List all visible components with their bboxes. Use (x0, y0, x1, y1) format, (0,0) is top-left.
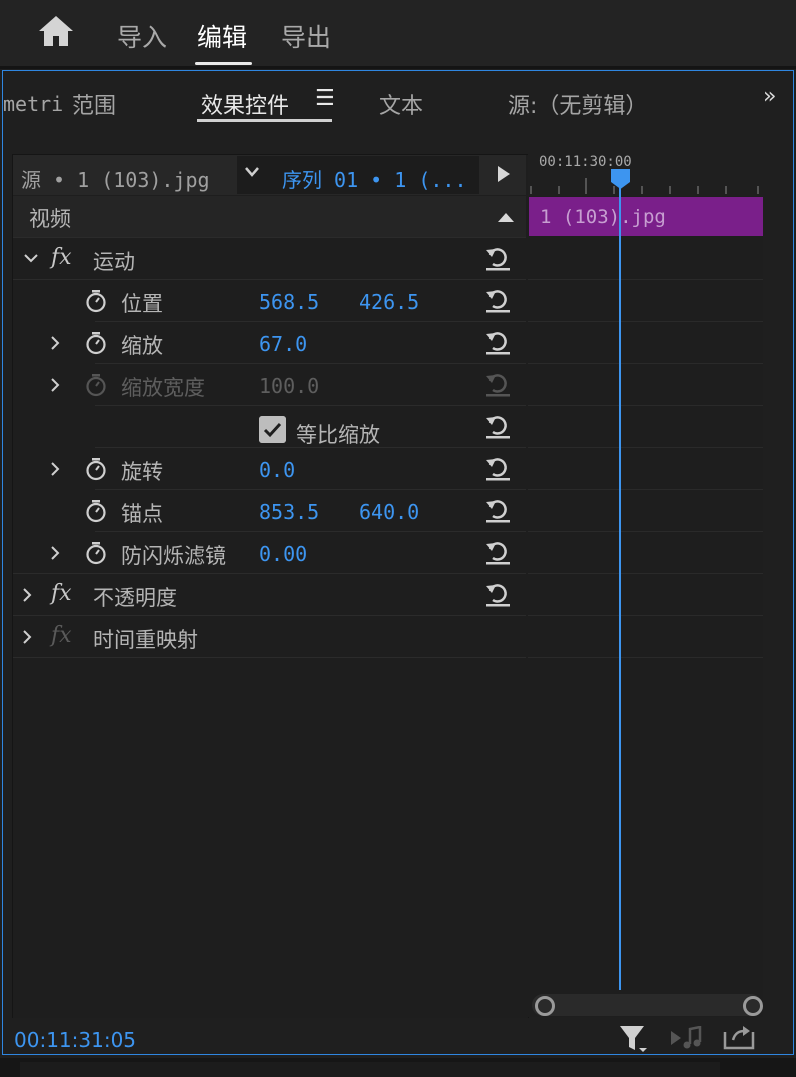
anchor-x-value[interactable]: 853.5 (259, 500, 319, 524)
effect-label: 不透明度 (93, 586, 177, 610)
stopwatch-icon[interactable] (85, 541, 107, 565)
bottom-strip-inner (20, 1062, 720, 1077)
fx-icon: fx (51, 623, 72, 648)
reset-icon[interactable] (484, 329, 512, 355)
row-divider (528, 321, 763, 322)
row-divider (528, 447, 763, 448)
reset-icon[interactable] (484, 539, 512, 565)
row-divider (528, 615, 763, 616)
active-tab-indicator (195, 62, 252, 65)
chevron-right-icon[interactable] (50, 545, 60, 561)
row-divider (528, 573, 763, 574)
property-label: 锚点 (121, 502, 163, 526)
export-clip-icon[interactable] (723, 1024, 755, 1050)
source-clip-label[interactable]: 源 • 1 (103).jpg (21, 164, 210, 193)
tab-import[interactable]: 导入 (117, 18, 167, 54)
anti-flicker-value[interactable]: 0.00 (259, 542, 307, 566)
tab-export[interactable]: 导出 (281, 18, 331, 54)
property-anti-flicker-row: 防闪烁滤镜 0.00 (13, 532, 526, 574)
chevron-right-icon[interactable] (50, 335, 60, 351)
chevron-right-icon[interactable] (22, 629, 32, 645)
property-label: 位置 (121, 292, 163, 316)
effect-label: 运动 (93, 250, 135, 274)
property-rotation-row: 旋转 0.0 (13, 448, 526, 490)
panel-menu-icon[interactable]: ☰ (315, 86, 335, 111)
position-x-value[interactable]: 568.5 (259, 290, 319, 314)
fx-icon[interactable]: fx (51, 581, 72, 606)
row-divider (528, 657, 763, 658)
rotation-value[interactable]: 0.0 (259, 458, 295, 482)
video-section-header[interactable]: 视频 (13, 196, 526, 238)
property-anchor-row: 锚点 853.5 640.0 (13, 490, 526, 532)
property-scale-width-row: 缩放宽度 100.0 (13, 364, 526, 406)
reset-icon[interactable] (484, 413, 512, 439)
stopwatch-icon (86, 374, 106, 397)
row-divider (528, 405, 763, 406)
play-icon[interactable] (497, 165, 511, 183)
panel-tab-effect-controls[interactable]: 效果控件 (201, 88, 289, 120)
effect-time-remap-row[interactable]: fx 时间重映射 (13, 616, 526, 658)
chevron-down-icon[interactable] (23, 253, 39, 263)
property-label: 防闪烁滤镜 (121, 544, 226, 568)
effect-opacity-row[interactable]: fx 不透明度 (13, 574, 526, 616)
row-divider (528, 363, 763, 364)
scale-width-value: 100.0 (259, 374, 320, 398)
fx-icon[interactable]: fx (51, 245, 72, 270)
panel-tab-scopes[interactable]: 范围 (72, 88, 116, 120)
chevron-down-icon[interactable] (244, 166, 260, 178)
collapse-up-icon[interactable] (497, 211, 515, 223)
reset-icon[interactable] (484, 245, 512, 271)
more-panels-icon[interactable]: » (763, 84, 777, 109)
scroll-handle-left[interactable] (535, 996, 555, 1016)
row-divider (528, 279, 763, 280)
ruler-ticks (530, 178, 759, 194)
top-separator (0, 66, 796, 69)
stopwatch-icon[interactable] (85, 457, 107, 481)
uniform-scale-checkbox[interactable] (259, 416, 286, 443)
position-y-value[interactable]: 426.5 (359, 290, 419, 314)
reset-icon (486, 374, 510, 397)
panel-tab-indicator (197, 119, 332, 122)
row-divider (528, 489, 763, 490)
timeline-zoom-scrollbar[interactable] (532, 994, 762, 1016)
reset-icon[interactable] (484, 497, 512, 523)
stopwatch-icon[interactable] (85, 499, 107, 523)
property-position-row: 位置 568.5 426.5 (13, 280, 526, 322)
property-label: 旋转 (121, 460, 163, 484)
current-timecode[interactable]: 00:11:31:05 (14, 1028, 136, 1052)
stopwatch-icon[interactable] (85, 331, 107, 355)
tab-edit[interactable]: 编辑 (197, 18, 247, 54)
home-icon[interactable] (37, 14, 75, 48)
reset-icon[interactable] (484, 581, 512, 607)
video-section-label: 视频 (29, 207, 71, 231)
filter-icon[interactable] (619, 1024, 649, 1054)
anchor-y-value[interactable]: 640.0 (359, 500, 419, 524)
chevron-right-icon[interactable] (50, 377, 60, 393)
reset-icon[interactable] (484, 455, 512, 481)
audio-playback-icon (671, 1026, 702, 1049)
effect-motion-row[interactable]: fx 运动 (13, 238, 526, 280)
chevron-right-icon[interactable] (50, 461, 60, 477)
playhead-line[interactable] (619, 180, 621, 990)
panel-tab-text[interactable]: 文本 (379, 88, 423, 120)
uniform-scale-label: 等比缩放 (296, 423, 380, 447)
stopwatch-icon[interactable] (85, 289, 107, 313)
clip-name: 1 (103).jpg (540, 206, 666, 228)
row-divider (528, 531, 763, 532)
chevron-right-icon[interactable] (22, 587, 32, 603)
playhead-handle[interactable] (610, 168, 631, 190)
property-scale-row: 缩放 67.0 (13, 322, 526, 364)
property-label: 缩放 (121, 334, 163, 358)
effect-label: 时间重映射 (93, 628, 198, 652)
panel-tab-lumetri[interactable]: metri (3, 92, 63, 116)
scroll-handle-right[interactable] (743, 996, 763, 1016)
scale-value[interactable]: 67.0 (259, 332, 307, 356)
panel-tab-source[interactable]: 源:（无剪辑） (508, 88, 647, 120)
sequence-label[interactable]: 序列 01 • 1 (... (282, 164, 467, 193)
property-label: 缩放宽度 (121, 376, 205, 400)
mini-timeline (528, 154, 763, 1017)
reset-icon[interactable] (484, 287, 512, 313)
